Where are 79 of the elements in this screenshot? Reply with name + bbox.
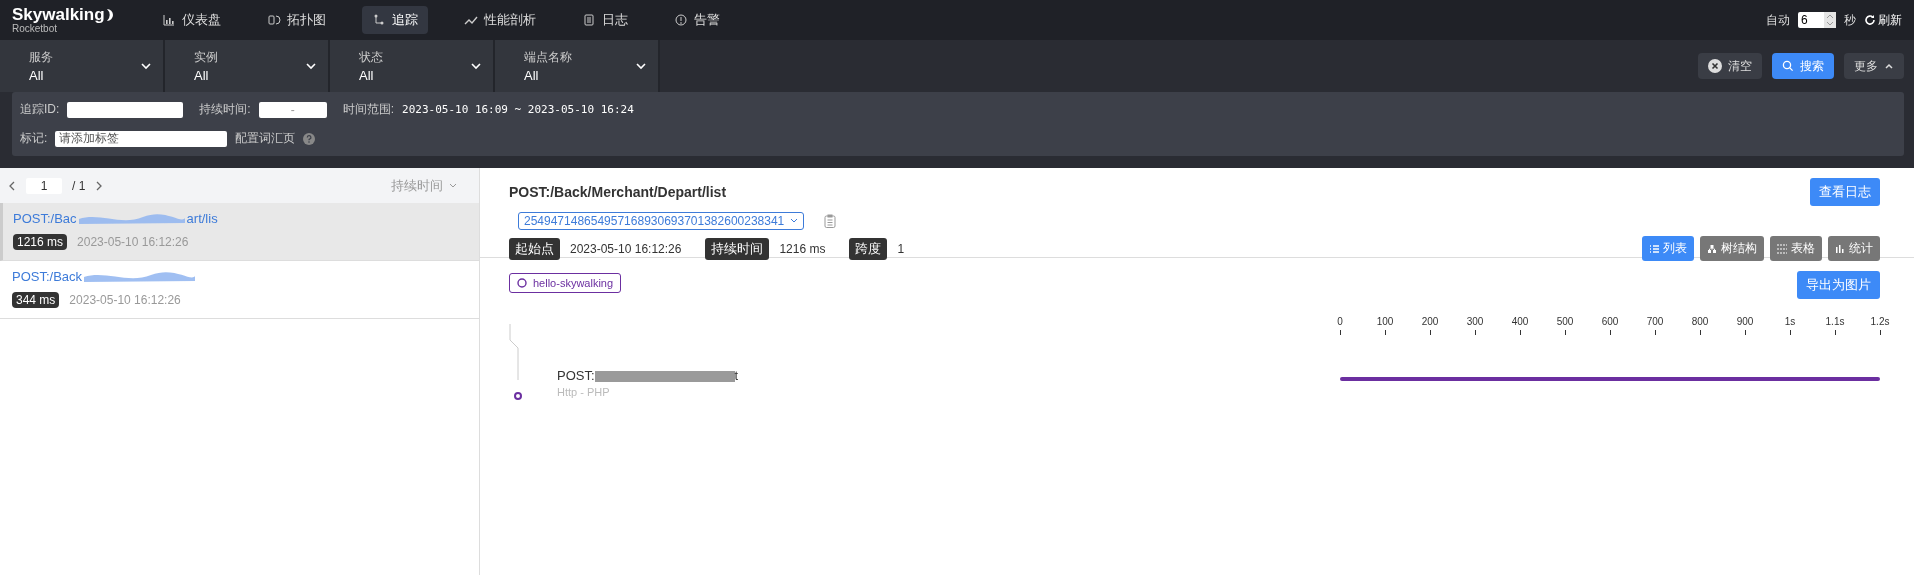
logo-arc-icon	[104, 8, 115, 22]
filter-select[interactable]: 实例 All	[165, 40, 330, 92]
chevron-down-icon	[790, 218, 799, 224]
chevron-down-icon	[141, 62, 151, 70]
nav-tab[interactable]: 日志	[572, 6, 638, 34]
trace-endpoint: POST:/Bac	[13, 211, 77, 226]
alert-icon	[674, 13, 688, 27]
stat-value: 1	[897, 241, 905, 256]
view-tab[interactable]: 统计	[1828, 236, 1880, 261]
search-icon	[1782, 60, 1794, 72]
trace-title: POST:/Back/Merchant/Depart/list	[509, 184, 727, 200]
trace-list-item[interactable]: POST:/Back 344 ms 2023-05-10 16:12:26	[0, 261, 479, 319]
trace-id-select[interactable]: 254947148654957168930693701382600238341	[518, 212, 805, 230]
chevron-down-icon	[471, 62, 481, 70]
prev-page-icon[interactable]	[8, 180, 16, 191]
page-field[interactable]: 1	[26, 177, 62, 194]
nav-tab[interactable]: 拓扑图	[257, 6, 336, 34]
filter-select[interactable]: 状态 All	[330, 40, 495, 92]
clear-icon	[1708, 59, 1722, 73]
list-icon	[1649, 243, 1659, 254]
table-icon	[1777, 243, 1787, 254]
chevron-down-icon	[636, 62, 646, 70]
tree-icon	[1707, 243, 1717, 254]
next-page-icon[interactable]	[95, 180, 104, 191]
filter-select[interactable]: 服务 All	[0, 40, 165, 92]
chevron-down-icon	[306, 62, 316, 70]
circle-icon	[517, 278, 527, 288]
refresh-icon	[1864, 14, 1876, 26]
duration-badge: 344 ms	[12, 292, 60, 308]
view-tab[interactable]: 树结构	[1700, 236, 1764, 261]
span-name: t	[734, 368, 739, 383]
stat-label: 跨度	[849, 237, 888, 260]
chevron-down-icon	[449, 182, 457, 189]
trace-id-label: 追踪ID:	[20, 101, 60, 118]
time-range-label: 时间范围:	[342, 101, 395, 118]
bar-chart-icon	[162, 13, 176, 27]
topology-icon	[267, 13, 281, 27]
trace-id-field[interactable]	[67, 101, 184, 118]
view-tab[interactable]: 表格	[1770, 236, 1822, 261]
trace-start-time: 2023-05-10 16:12:26	[69, 293, 181, 307]
time-range-value: 2023-05-10 16:09 ~ 2023-05-10 16:24	[402, 103, 634, 116]
time-axis: 0 100 200 300 400 500 600 700 800 900 1s 1.1s 1.2s	[1327, 316, 1893, 335]
unit-label: 秒	[1844, 11, 1856, 29]
more-button[interactable]: 更多	[1844, 53, 1904, 79]
trace-start-time: 2023-05-10 16:12:26	[77, 235, 189, 249]
duration-label: 持续时间:	[199, 101, 251, 118]
nav-tab[interactable]: 性能剖析	[454, 6, 546, 34]
logo-subtitle: Rocketbot	[12, 24, 58, 34]
clipboard-icon[interactable]	[824, 214, 837, 228]
auto-refresh-label: 自动	[1766, 11, 1790, 29]
logo-text: Skywalking	[12, 6, 105, 24]
refresh-button[interactable]: 刷新	[1864, 11, 1902, 29]
vocabulary-link[interactable]: 配置词汇页	[235, 130, 296, 147]
tags-field[interactable]: 请添加标签	[55, 130, 228, 147]
bar-chart-icon	[1835, 243, 1845, 254]
stat-label: 持续时间	[705, 237, 770, 260]
filter-select[interactable]: 端点名称 All	[495, 40, 660, 92]
trace-endpoint: POST:/Back	[12, 269, 83, 284]
clear-button[interactable]: 清空	[1698, 53, 1762, 79]
stat-label: 起始点	[509, 237, 560, 260]
span-component: Http - PHP	[557, 386, 611, 398]
spinner-icon	[1824, 12, 1836, 28]
span-name: POST:	[557, 368, 595, 383]
trace-endpoint: art/lis	[186, 211, 218, 226]
page-total: / 1	[72, 178, 86, 193]
service-tag[interactable]: hello-skywalking	[509, 273, 622, 293]
chevron-icon	[1884, 62, 1894, 70]
nav-tab[interactable]: 告警	[664, 6, 730, 34]
interval-field[interactable]: 6	[1798, 12, 1836, 28]
trace-list-item[interactable]: POST:/Bac art/lis 1216 ms 2023-05-10 16:12:26	[0, 203, 479, 261]
stat-value: 1216 ms	[779, 241, 826, 256]
tags-label: 标记:	[20, 130, 48, 147]
document-icon	[582, 13, 596, 27]
trace-icon	[372, 13, 386, 27]
nav-tab[interactable]: 追踪	[362, 6, 428, 34]
stat-value: 2023-05-10 16:12:26	[570, 241, 682, 256]
nav-tab[interactable]: 仪表盘	[152, 6, 231, 34]
duration-badge: 1216 ms	[13, 234, 68, 250]
help-icon	[303, 132, 316, 145]
